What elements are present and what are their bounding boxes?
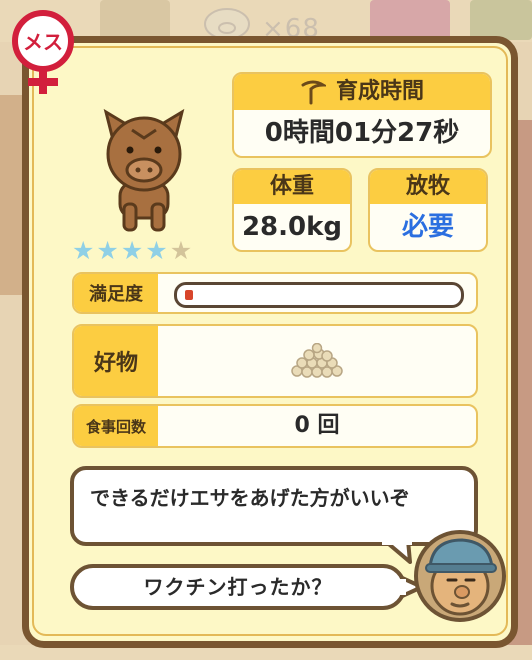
sickle-icon bbox=[301, 80, 326, 105]
weight-value: 28.0kg bbox=[241, 212, 343, 242]
bubble-tail bbox=[382, 540, 412, 564]
star-filled-icon: ★ bbox=[145, 236, 168, 265]
rating-stars: ★ ★ ★ ★ ★ bbox=[72, 238, 192, 263]
satisfaction-label: 満足度 bbox=[74, 274, 158, 312]
satisfaction-row: 満足度 bbox=[72, 272, 478, 314]
growth-time-header: 育成時間 bbox=[234, 74, 490, 110]
favorite-food-row: 好物 bbox=[72, 324, 478, 398]
satisfaction-bar bbox=[174, 282, 464, 308]
grazing-label: 放牧 bbox=[370, 170, 486, 204]
favorite-food-display bbox=[158, 326, 476, 396]
satisfaction-bar-fill bbox=[185, 290, 193, 300]
star-filled-icon: ★ bbox=[96, 236, 119, 265]
meal-count-label: 食事回数 bbox=[74, 406, 158, 446]
meal-count-row: 食事回数 0 回 bbox=[72, 404, 478, 448]
female-gender-icon: メス bbox=[12, 10, 74, 94]
favorite-food-label: 好物 bbox=[74, 326, 158, 396]
farmer-avatar-icon[interactable] bbox=[412, 528, 508, 624]
grain-pile-icon bbox=[291, 343, 343, 378]
weight-label: 体重 bbox=[234, 170, 350, 204]
star-filled-icon: ★ bbox=[72, 236, 95, 265]
background-tile bbox=[370, 0, 450, 40]
meal-count-value: 0 回 bbox=[294, 413, 340, 438]
dialogue-bubble-2: ワクチン打ったか？ bbox=[70, 564, 406, 610]
star-empty-icon: ★ bbox=[169, 236, 193, 265]
grazing-value: 必要 bbox=[401, 212, 454, 242]
pig-silhouette-icon bbox=[204, 8, 250, 40]
star-filled-icon: ★ bbox=[120, 236, 144, 265]
background-tile bbox=[100, 0, 170, 40]
gender-label: メス bbox=[23, 30, 63, 54]
growth-time-box: 育成時間 0時間01分27秒 bbox=[232, 72, 492, 158]
weight-box: 体重 28.0kg bbox=[232, 168, 352, 252]
boar-portrait-icon bbox=[103, 108, 185, 232]
growth-time-value: 0時間01分27秒 bbox=[264, 118, 460, 148]
grazing-box[interactable]: 放牧 必要 bbox=[368, 168, 488, 252]
growth-time-label: 育成時間 bbox=[335, 79, 424, 104]
background-tile bbox=[470, 0, 532, 40]
